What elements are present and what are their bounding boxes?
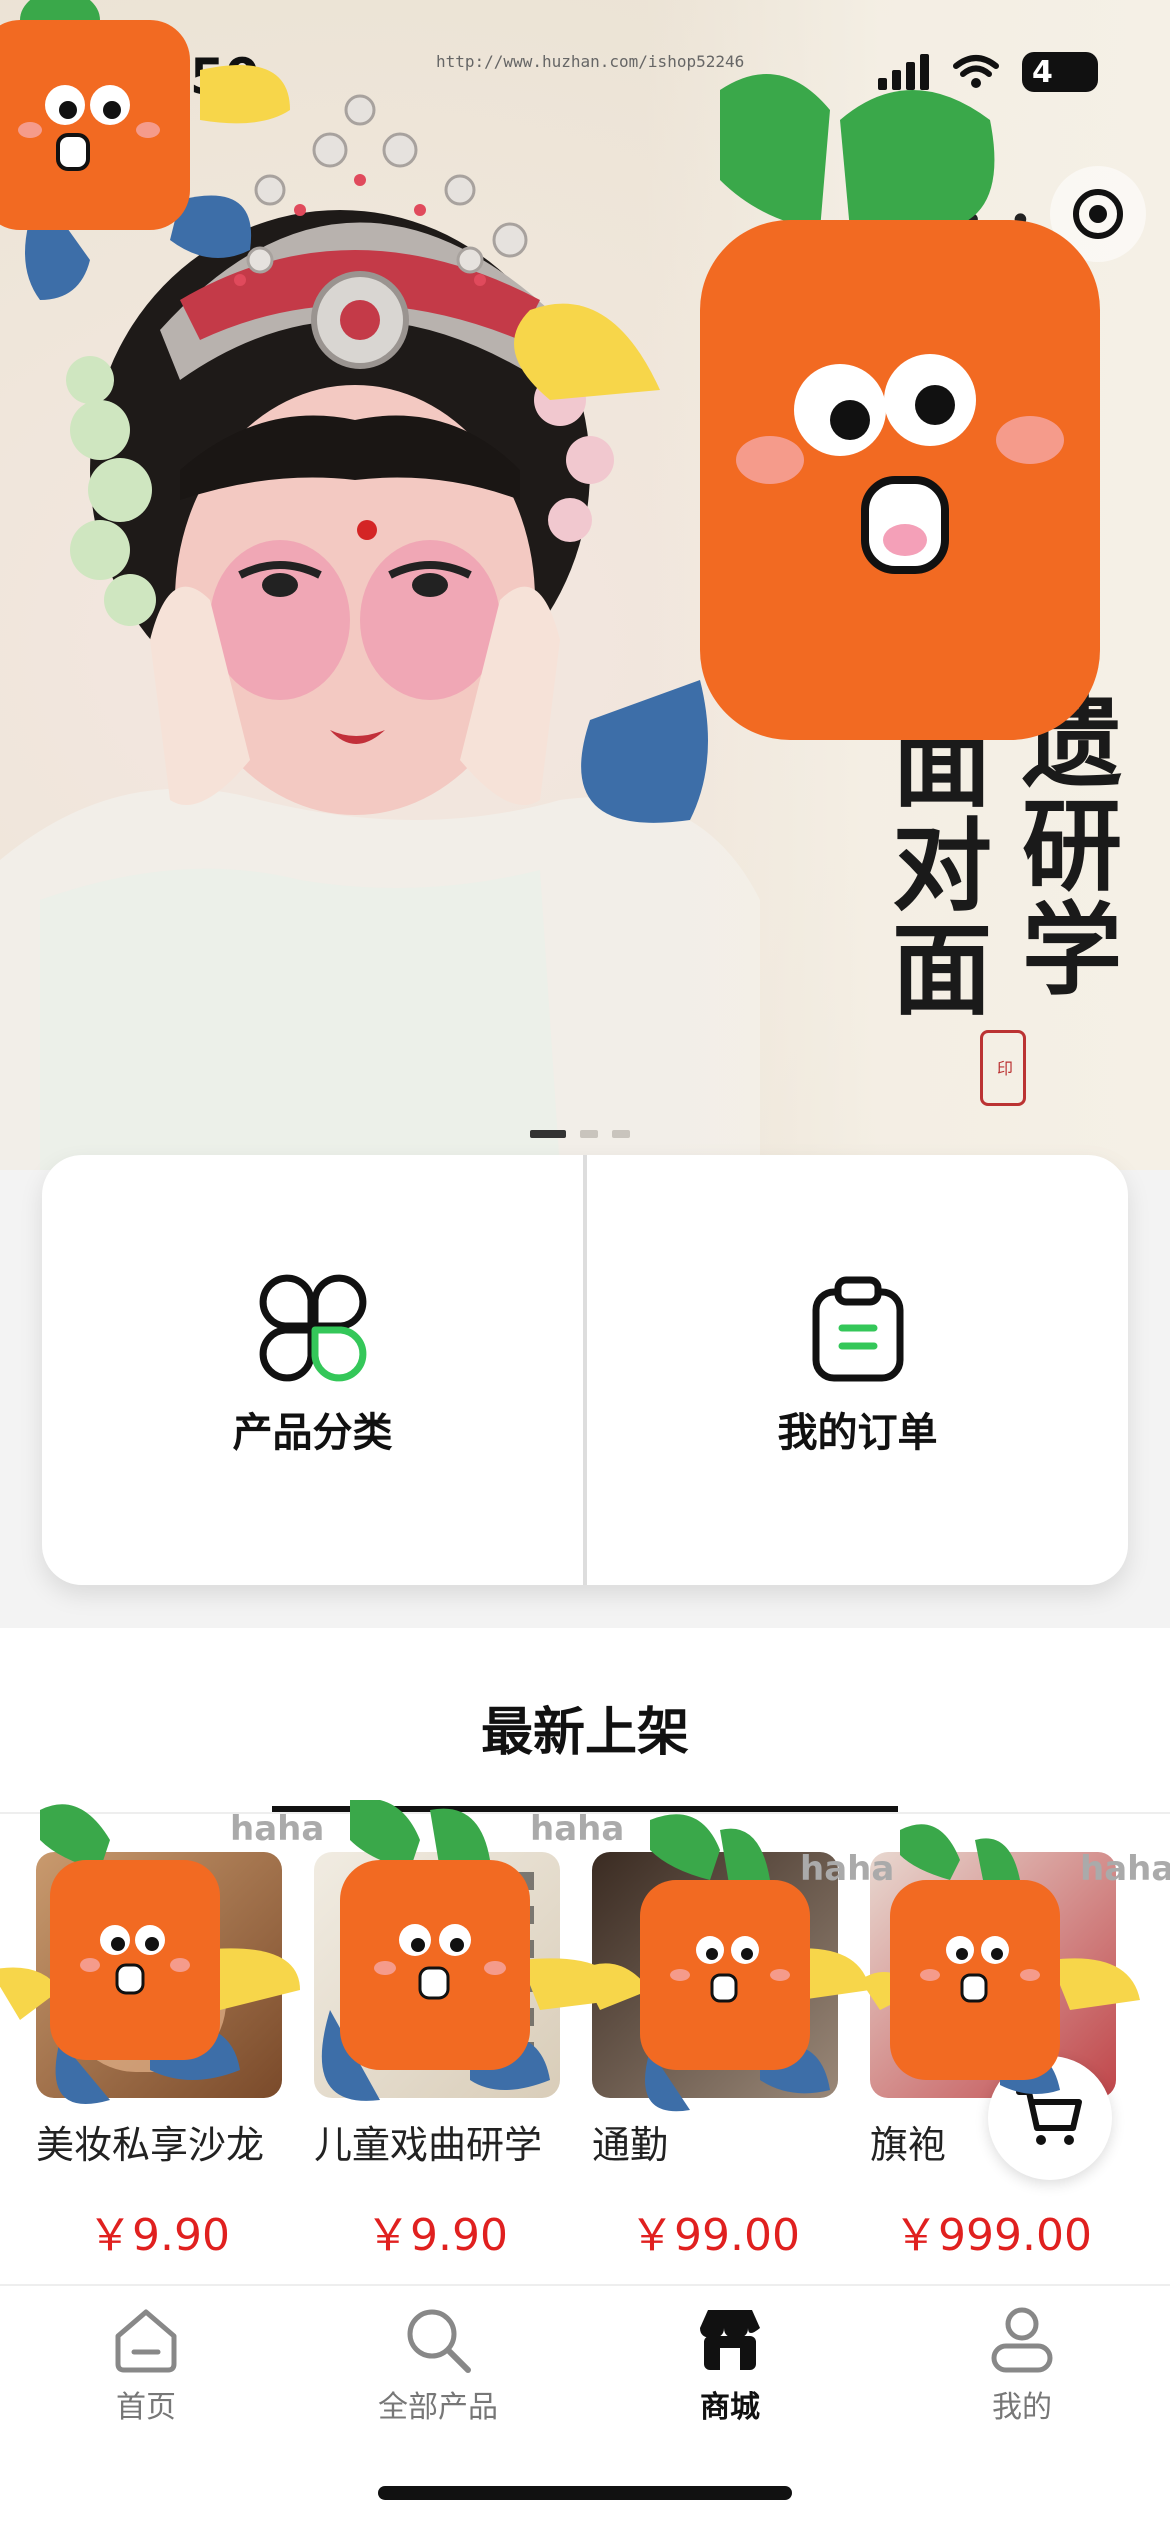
clipboard-order-icon [812,1276,903,1382]
calligraphy-char: 学 [1022,891,1122,1009]
entry-product-category[interactable]: 产品分类 [42,1155,583,1585]
store-icon [700,2310,760,2370]
home-icon [115,2309,177,2373]
home-indicator[interactable] [378,2486,792,2500]
tab-mine[interactable]: 我的 [922,2304,1122,2426]
tab-label: 首页 [116,2390,176,2425]
carousel-dot [612,1130,630,1138]
red-seal-stamp: 印 [980,1030,1026,1106]
entry-label: 我的订单 [777,1410,938,1456]
carousel-dot-active [530,1130,566,1138]
carrot-mascot-sticker [0,0,290,300]
tab-label: 我的 [992,2390,1052,2425]
mascot-sticker-row: haha haha haha haha [0,1800,1170,2112]
product-price: ￥99.00 [630,2210,800,2261]
watermark-text: haha [1080,1849,1170,1889]
tab-label: 全部产品 [378,2390,498,2425]
product-price: ￥9.90 [366,2210,508,2261]
product-price: ￥9.90 [88,2210,230,2261]
carousel-indicator [530,1130,630,1138]
calligraphy-char: 面 [892,911,992,1029]
tab-home[interactable]: 首页 [46,2304,246,2426]
watermark-text: haha [230,1809,324,1849]
search-icon [407,2309,471,2373]
user-icon [991,2307,1053,2373]
watermark-text: haha [530,1809,624,1849]
clover-category-icon [259,1274,366,1382]
tab-mall[interactable]: 商城 [630,2304,830,2426]
seal-text: 印 [994,1060,1013,1076]
entry-label: 产品分类 [232,1410,393,1456]
watermark-text: haha [800,1849,894,1889]
quick-entry-card: 产品分类 我的订单 [42,1155,1128,1585]
carousel-dot [580,1130,598,1138]
product-price: ￥999.00 [894,2210,1092,2261]
entry-my-orders[interactable]: 我的订单 [587,1155,1128,1585]
tab-all-products[interactable]: 全部产品 [338,2304,538,2426]
tab-label: 商城 [700,2390,760,2425]
section-title[interactable]: 最新上架 [0,1690,1170,1765]
carrot-mascot-sticker-large [514,74,1100,823]
